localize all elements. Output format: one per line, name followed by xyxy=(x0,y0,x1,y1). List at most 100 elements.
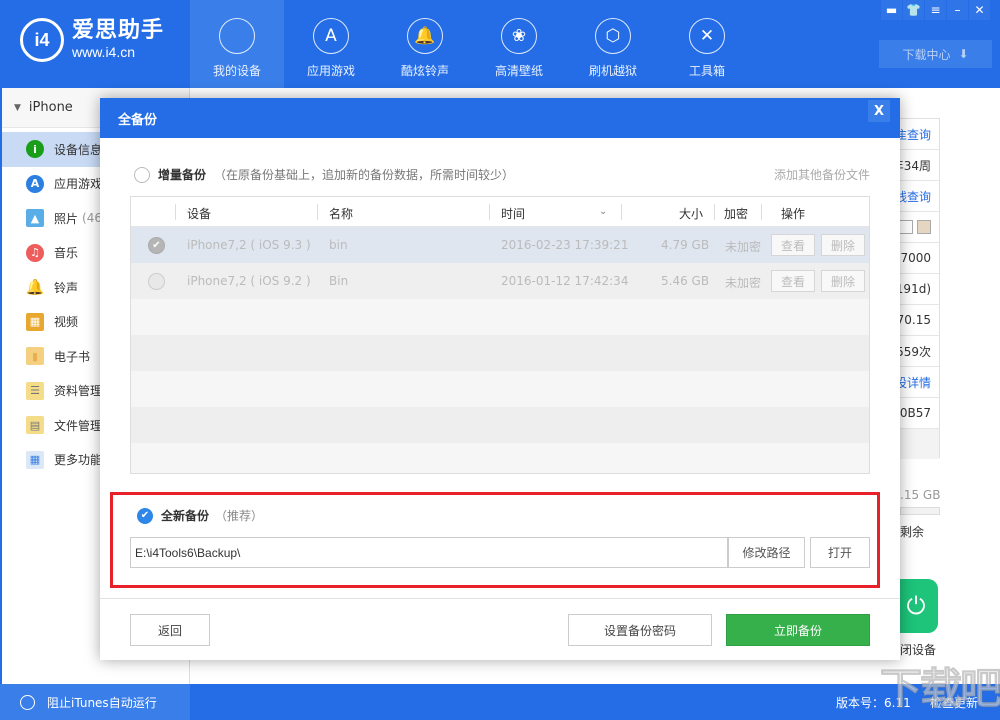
close-icon[interactable]: ✕ xyxy=(969,0,990,20)
sidebar-item-label: 文件管理 xyxy=(54,418,103,433)
storage-bar xyxy=(900,507,940,515)
cell-encrypted: 未加密 xyxy=(725,240,762,254)
nav-label: 我的设备 xyxy=(212,64,261,78)
backup-now-button[interactable]: 立即备份 xyxy=(726,614,870,646)
nav-label: 应用游戏 xyxy=(306,64,355,78)
cell-device: iPhone7,2 ( iOS 9.3 ) xyxy=(187,238,311,252)
check-update-link[interactable]: 检查更新 xyxy=(930,694,978,711)
window-controls: ▬ 👕 ≡ – ✕ xyxy=(880,0,990,20)
sidebar-item-label: 照片 xyxy=(54,211,79,226)
download-icon: ⬇ xyxy=(958,47,969,61)
view-button[interactable]: 查看 xyxy=(771,270,815,292)
empty-row xyxy=(131,407,869,443)
col-device[interactable]: 设备 xyxy=(187,205,211,222)
photo-count: (46 xyxy=(82,211,102,226)
delete-button[interactable]: 删除 xyxy=(821,234,865,256)
more-icon: ▦ xyxy=(26,450,44,469)
nav-label: 刷机越狱 xyxy=(588,64,637,78)
sidebar-item-label: 视频 xyxy=(54,315,79,330)
cell-time: 2016-01-12 17:42:34 xyxy=(501,274,629,288)
sidebar-item-label: 电子书 xyxy=(54,349,91,364)
empty-row xyxy=(131,371,869,407)
minimize-icon[interactable]: – xyxy=(947,0,968,20)
remain-label: 剩余 xyxy=(900,525,925,539)
nav-label: 工具箱 xyxy=(688,64,725,78)
table-row[interactable]: iPhone7,2 ( iOS 9.2 ) Bin 2016-01-12 17:… xyxy=(131,263,869,299)
music-icon: ♫ xyxy=(26,243,44,262)
radio-circle-icon xyxy=(20,694,35,710)
delete-button[interactable]: 删除 xyxy=(821,270,865,292)
table-row[interactable]: ✔ iPhone7,2 ( iOS 9.3 ) bin 2016-02-23 1… xyxy=(131,227,869,263)
app-logo: i4 爱思助手 www.i4.cn xyxy=(20,18,164,62)
download-center-label: 下载中心 xyxy=(902,47,951,62)
set-backup-password-button[interactable]: 设置备份密码 xyxy=(568,614,712,646)
nav-flash-jailbreak[interactable]: ⬡ 刷机越狱 xyxy=(566,0,660,88)
view-button[interactable]: 查看 xyxy=(771,234,815,256)
logo-title: 爱思助手 xyxy=(72,18,165,43)
sort-chevron-icon[interactable]: ⌄ xyxy=(599,206,607,217)
empty-row xyxy=(131,335,869,371)
apple-icon xyxy=(219,18,255,54)
full-backup-option: ✔ 全新备份 （推荐） xyxy=(137,507,263,524)
video-icon: ▦ xyxy=(26,312,44,331)
block-itunes-toggle[interactable]: 阻止iTunes自动运行 xyxy=(0,684,190,720)
skin-icon[interactable]: 👕 xyxy=(903,0,924,20)
back-button[interactable]: 返回 xyxy=(130,614,210,646)
empty-row xyxy=(131,299,869,335)
recommended-label: （推荐） xyxy=(215,509,264,523)
sidebar-item-label: 应用游戏 xyxy=(54,177,103,192)
tools-icon: ✕ xyxy=(689,18,725,54)
col-size[interactable]: 大小 xyxy=(679,205,703,222)
change-path-button[interactable]: 修改路径 xyxy=(728,537,805,568)
close-icon[interactable]: X xyxy=(868,100,890,122)
sidebar-item-label: 设备信息 xyxy=(54,142,103,157)
open-folder-button[interactable]: 打开 xyxy=(810,537,870,568)
col-name[interactable]: 名称 xyxy=(329,205,353,222)
full-backup-check-icon[interactable]: ✔ xyxy=(137,507,153,524)
footer-divider xyxy=(100,598,900,599)
cell-time: 2016-02-23 17:39:21 xyxy=(501,238,629,252)
nav-apps-games[interactable]: A 应用游戏 xyxy=(284,0,378,88)
menu-icon[interactable]: ≡ xyxy=(925,0,946,20)
caret-down-icon: ▼ xyxy=(14,102,21,113)
bell-icon: 🔔 xyxy=(407,18,443,54)
download-center-button[interactable]: 下载中心 ⬇ xyxy=(879,40,992,68)
sidebar-item-label: 更多功能 xyxy=(54,453,103,468)
feedback-icon[interactable]: ▬ xyxy=(881,0,902,20)
cell-size: 5.46 GB xyxy=(661,274,710,288)
itunes-label: 阻止iTunes自动运行 xyxy=(47,695,157,710)
dialog-header: 全备份 X xyxy=(100,98,900,138)
version-label: 版本号：6.11 xyxy=(836,696,911,710)
col-actions[interactable]: 操作 xyxy=(781,205,805,222)
incremental-backup-option: 增量备份 （在原备份基础上，追加新的备份数据，所需时间较少） 添加其他备份文件 xyxy=(134,166,870,183)
nav-toolbox[interactable]: ✕ 工具箱 xyxy=(660,0,754,88)
device-name: iPhone xyxy=(28,100,73,115)
color-swatch xyxy=(917,220,931,234)
cell-name: Bin xyxy=(329,274,349,288)
row-check-icon[interactable]: ✔ xyxy=(148,237,165,254)
incremental-description: （在原备份基础上，追加新的备份数据，所需时间较少） xyxy=(214,168,515,182)
logo-url: www.i4.cn xyxy=(72,44,136,60)
top-bar: i4 爱思助手 www.i4.cn 我的设备 A 应用游戏 🔔 酷炫铃声 ❀ 高… xyxy=(0,0,1000,88)
full-backup-title: 全新备份 xyxy=(161,509,210,523)
power-off-button[interactable]: ⏻ xyxy=(894,579,938,633)
col-encrypted[interactable]: 加密 xyxy=(724,205,748,222)
nav-wallpapers[interactable]: ❀ 高清壁纸 xyxy=(472,0,566,88)
backup-path-field[interactable]: E:\i4Tools6\Backup\ xyxy=(130,537,728,568)
nav-my-device[interactable]: 我的设备 xyxy=(190,0,284,88)
col-time[interactable]: 时间 xyxy=(501,205,525,222)
nav-ringtones[interactable]: 🔔 酷炫铃声 xyxy=(378,0,472,88)
add-other-backup-link[interactable]: 添加其他备份文件 xyxy=(774,166,870,183)
row-radio-icon[interactable] xyxy=(148,273,165,290)
empty-row xyxy=(131,443,869,473)
cell-name: bin xyxy=(329,238,348,252)
sidebar-item-label: 音乐 xyxy=(54,246,79,261)
cell-size: 4.79 GB xyxy=(661,238,710,252)
box-icon: ⬡ xyxy=(595,18,631,54)
dialog-title: 全备份 xyxy=(118,112,158,128)
nav-label: 高清壁纸 xyxy=(494,64,543,78)
incremental-backup-radio[interactable] xyxy=(134,166,150,183)
sidebar-item-label: 资料管理 xyxy=(54,384,103,399)
table-header: 设备 名称 时间 ⌄ 大小 加密 操作 xyxy=(131,197,869,227)
cell-encrypted: 未加密 xyxy=(725,276,762,290)
